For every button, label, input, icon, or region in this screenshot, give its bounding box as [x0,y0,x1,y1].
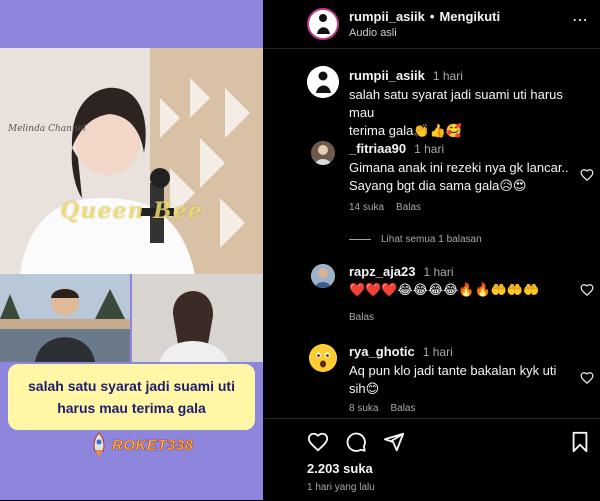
comment-time: 1 hari [423,265,454,279]
rocket-icon [93,432,105,457]
brand-text: ROKET338 [112,436,194,454]
comment-avatar[interactable] [311,141,335,165]
comment-body: Aq pun klo jadi tante bakalan kyk uti si… [349,362,574,398]
bookmark-icon[interactable] [570,431,590,453]
studio-scene-image [0,48,263,274]
reply-button[interactable]: Balas [396,202,421,213]
share-icon[interactable] [383,431,405,453]
like-heart-icon[interactable] [580,283,594,297]
video-frame-top: Melinda Channel Queen Bee [0,48,263,274]
video-caption-box: salah satu syarat jadi suami uti harus m… [8,364,255,430]
video-panel[interactable]: Melinda Channel Queen Bee salah satu sya… [0,0,263,500]
watermark-text: Queen Bee [60,198,203,224]
audio-label[interactable]: Audio asli [349,27,397,39]
post-actions: 2.203 suka 1 hari yang lalu [263,418,600,501]
comment-body: Gimana anak ini rezeki nya gk lancar.. S… [349,159,574,195]
comment-line-2: sih😊 [349,381,380,396]
comment-username[interactable]: rapz_aja23 [349,264,416,279]
silhouette-icon [309,10,337,38]
comment-line-1: ❤️❤️❤️😂😂😂😂🔥🔥🤲🤲🤲 [349,282,540,297]
post-header: rumpii_asiik • Mengikuti Audio asli ⋯ [263,0,600,49]
caption-username[interactable]: rumpii_asiik [349,68,425,83]
comment-time: 1 hari [422,345,453,359]
comment-icon[interactable] [345,431,367,453]
more-options-icon[interactable]: ⋯ [572,13,588,29]
post-caption-line-2: terima gala👏👍🥰 [349,123,462,138]
comments-panel: rumpii_asiik • Mengikuti Audio asli ⋯ ru… [263,0,600,500]
view-replies-text[interactable]: Lihat semua 1 balasan [381,234,482,245]
like-heart-icon[interactable] [307,431,329,453]
header-avatar[interactable] [307,8,339,40]
reply-button[interactable]: Balas [349,312,374,323]
video-frame-bottom [0,274,263,362]
comment-time: 1 hari [414,142,445,156]
header-separator: • [429,9,435,24]
post-caption-line-1: salah satu syarat jadi suami uti harus m… [349,87,563,120]
reply-button[interactable]: Balas [390,403,415,414]
profile-photo-icon [311,141,335,165]
couple-photos-image [0,274,263,362]
surprised-emoji-icon [309,344,337,372]
caption-time: 1 hari [432,69,463,83]
like-heart-icon[interactable] [580,168,594,182]
comment-body: ❤️❤️❤️😂😂😂😂🔥🔥🤲🤲🤲 [349,281,574,299]
comment-like-count[interactable]: 8 suka [349,403,378,414]
comment-avatar[interactable] [309,344,337,372]
comment-line-2: Sayang bgt dia sama gala😥😍 [349,178,527,193]
comment-avatar[interactable] [311,264,335,288]
comment-line-1: Gimana anak ini rezeki nya gk lancar.. [349,160,569,175]
post-caption: salah satu syarat jadi suami uti harus m… [349,86,589,140]
likes-count[interactable]: 2.203 suka [307,461,373,476]
comment-username[interactable]: _fitriaa90 [349,141,406,156]
silhouette-icon [307,66,339,98]
post-timestamp: 1 hari yang lalu [307,482,375,493]
comment-like-count[interactable]: 14 suka [349,202,384,213]
profile-photo-icon [311,264,335,288]
follow-status-button[interactable]: Mengikuti [439,9,500,24]
comment-username[interactable]: rya_ghotic [349,344,415,359]
comment-line-1: Aq pun klo jadi tante bakalan kyk uti [349,363,557,378]
caption-avatar[interactable] [307,66,339,98]
view-replies-link[interactable]: Lihat semua 1 balasan [349,234,482,245]
channel-label: Melinda Channel [8,124,86,134]
like-heart-icon[interactable] [580,371,594,385]
header-username[interactable]: rumpii_asiik [349,9,425,24]
caption-line-1: salah satu syarat jadi suami uti [28,378,235,394]
brand-logo: ROKET338 [90,430,210,460]
replies-divider [349,239,371,240]
caption-line-2: harus mau terima gala [57,400,206,416]
